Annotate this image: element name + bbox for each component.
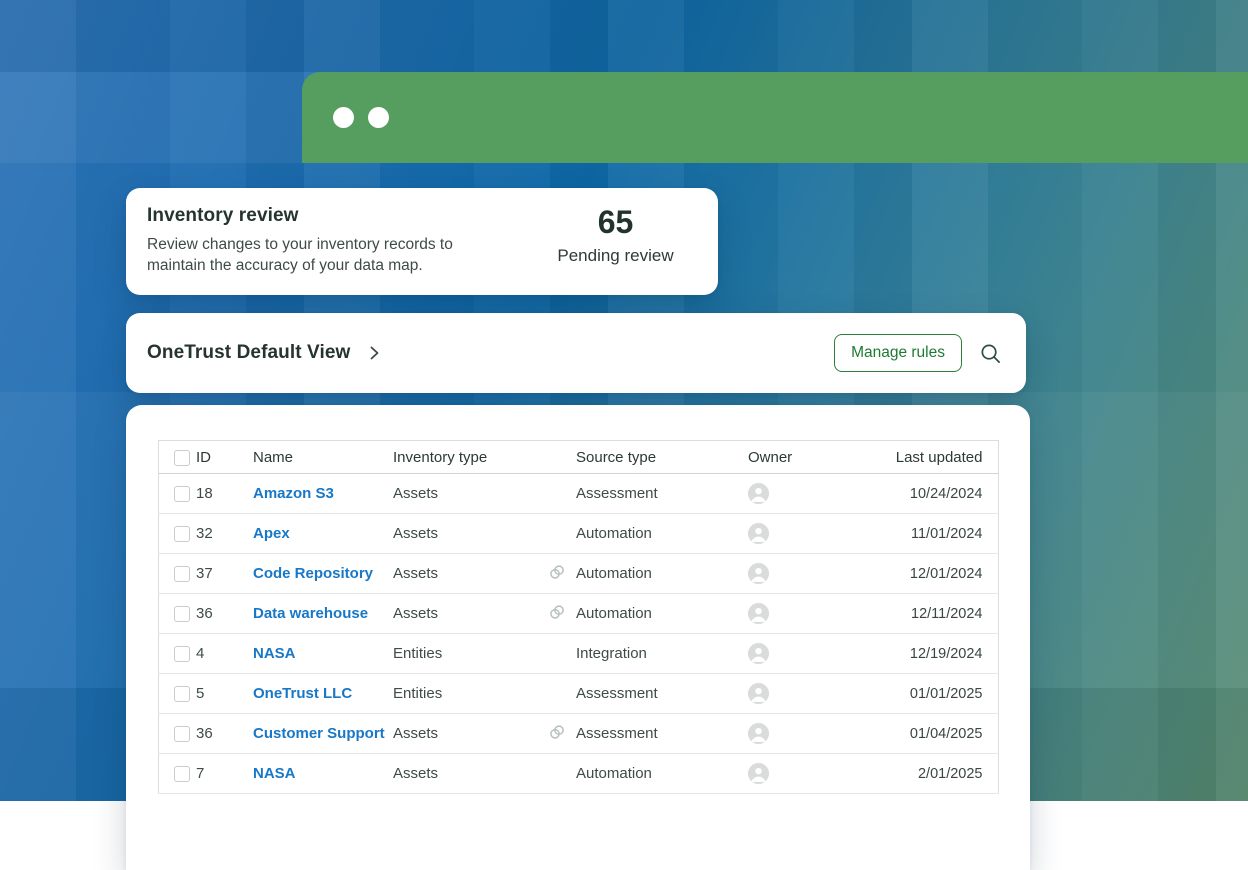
cell-inventory-type: Entities	[393, 634, 548, 674]
pending-count-label: Pending review	[513, 246, 718, 266]
record-name-link[interactable]: Apex	[253, 525, 290, 542]
inventory-table-card: IDNameInventory typeSource typeOwnerLast…	[126, 405, 1030, 870]
row-checkbox[interactable]	[174, 646, 190, 662]
cell-source-type: Automation	[576, 565, 652, 582]
cell-id: 18	[196, 474, 253, 514]
cell-last-updated: 12/19/2024	[858, 634, 998, 674]
cell-id: 36	[196, 714, 253, 754]
row-checkbox[interactable]	[174, 686, 190, 702]
cell-last-updated: 01/04/2025	[858, 714, 998, 754]
cell-id: 5	[196, 674, 253, 714]
cell-inventory-type: Assets	[393, 594, 548, 634]
cell-source-type: Assessment	[576, 725, 658, 742]
linked-source-icon	[548, 563, 566, 585]
view-toolbar: OneTrust Default View Manage rules	[126, 313, 1026, 393]
cell-last-updated: 12/11/2024	[858, 594, 998, 634]
select-all-checkbox[interactable]	[174, 450, 190, 466]
table-row: 37Code Repository Assets Automation 12/01/2…	[158, 554, 998, 594]
record-name-link[interactable]: NASA	[253, 765, 296, 782]
row-checkbox[interactable]	[174, 766, 190, 782]
row-checkbox[interactable]	[174, 606, 190, 622]
table-row: 36Customer Support Assets Assessment 01/04/…	[158, 714, 998, 754]
cell-id: 7	[196, 754, 253, 794]
record-name-link[interactable]: OneTrust LLC	[253, 685, 352, 702]
owner-avatar[interactable]	[748, 763, 769, 784]
cell-inventory-type: Assets	[393, 514, 548, 554]
owner-avatar[interactable]	[748, 723, 769, 744]
pending-count: 65	[513, 204, 718, 240]
record-name-link[interactable]: NASA	[253, 645, 296, 662]
record-name-link[interactable]: Code Repository	[253, 565, 373, 582]
inventory-review-copy: Inventory review Review changes to your …	[126, 188, 513, 276]
owner-avatar[interactable]	[748, 563, 769, 584]
owner-avatar[interactable]	[748, 683, 769, 704]
record-name-link[interactable]: Data warehouse	[253, 605, 368, 622]
cell-last-updated: 2/01/2025	[858, 754, 998, 794]
window-dot-icon[interactable]	[333, 107, 354, 128]
pending-review-stat: 65 Pending review	[513, 188, 718, 266]
record-name-link[interactable]: Amazon S3	[253, 485, 334, 502]
column-header-name[interactable]: Name	[253, 441, 393, 474]
column-header-last-updated[interactable]: Last updated	[858, 441, 998, 474]
row-checkbox[interactable]	[174, 726, 190, 742]
table-row: 18Amazon S3 Assets Assessment 10/24/2024	[158, 474, 998, 514]
column-header-owner[interactable]: Owner	[748, 441, 858, 474]
cell-source-type: Assessment	[576, 485, 658, 502]
row-checkbox[interactable]	[174, 566, 190, 582]
cell-source-type: Automation	[576, 765, 652, 782]
cell-inventory-type: Entities	[393, 674, 548, 714]
cell-id: 4	[196, 634, 253, 674]
cell-last-updated: 10/24/2024	[858, 474, 998, 514]
cell-last-updated: 01/01/2025	[858, 674, 998, 714]
row-checkbox[interactable]	[174, 526, 190, 542]
manage-rules-button[interactable]: Manage rules	[834, 334, 962, 372]
cell-inventory-type: Assets	[393, 554, 548, 594]
cell-id: 37	[196, 554, 253, 594]
cell-last-updated: 12/01/2024	[858, 554, 998, 594]
window-dot-icon[interactable]	[368, 107, 389, 128]
inventory-table: IDNameInventory typeSource typeOwnerLast…	[158, 440, 999, 794]
table-row: 5OneTrust LLC Entities Assessment 01/01/202…	[158, 674, 998, 714]
cell-inventory-type: Assets	[393, 474, 548, 514]
cell-source-type: Assessment	[576, 685, 658, 702]
column-header-id[interactable]: ID	[196, 441, 253, 474]
table-row: 36Data warehouse Assets Automation 12/11/20…	[158, 594, 998, 634]
table-header-row: IDNameInventory typeSource typeOwnerLast…	[158, 441, 998, 474]
column-header-inventory-type[interactable]: Inventory type	[393, 441, 548, 474]
linked-source-icon	[548, 603, 566, 625]
cell-last-updated: 11/01/2024	[858, 514, 998, 554]
column-header-source-type[interactable]: Source type	[548, 441, 748, 474]
cell-source-type: Automation	[576, 605, 652, 622]
card-title: Inventory review	[147, 205, 513, 227]
owner-avatar[interactable]	[748, 523, 769, 544]
linked-source-icon	[548, 723, 566, 745]
cell-inventory-type: Assets	[393, 714, 548, 754]
owner-avatar[interactable]	[748, 643, 769, 664]
view-title: OneTrust Default View	[147, 342, 350, 364]
table-row: 32Apex Assets Automation 11/01/2024	[158, 514, 998, 554]
search-icon[interactable]	[979, 342, 1002, 365]
inventory-review-card: Inventory review Review changes to your …	[126, 188, 718, 295]
owner-avatar[interactable]	[748, 483, 769, 504]
card-description: Review changes to your inventory records…	[147, 234, 507, 276]
cell-id: 32	[196, 514, 253, 554]
table-row: 7NASA Assets Automation 2/01/2025	[158, 754, 998, 794]
cell-source-type: Automation	[576, 525, 652, 542]
record-name-link[interactable]: Customer Support	[253, 725, 385, 742]
cell-source-type: Integration	[576, 645, 647, 662]
cell-inventory-type: Assets	[393, 754, 548, 794]
window-titlebar	[302, 72, 1248, 163]
cell-id: 36	[196, 594, 253, 634]
owner-avatar[interactable]	[748, 603, 769, 624]
row-checkbox[interactable]	[174, 486, 190, 502]
chevron-right-icon[interactable]	[364, 343, 384, 363]
table-row: 4NASA Entities Integration 12/19/2024	[158, 634, 998, 674]
